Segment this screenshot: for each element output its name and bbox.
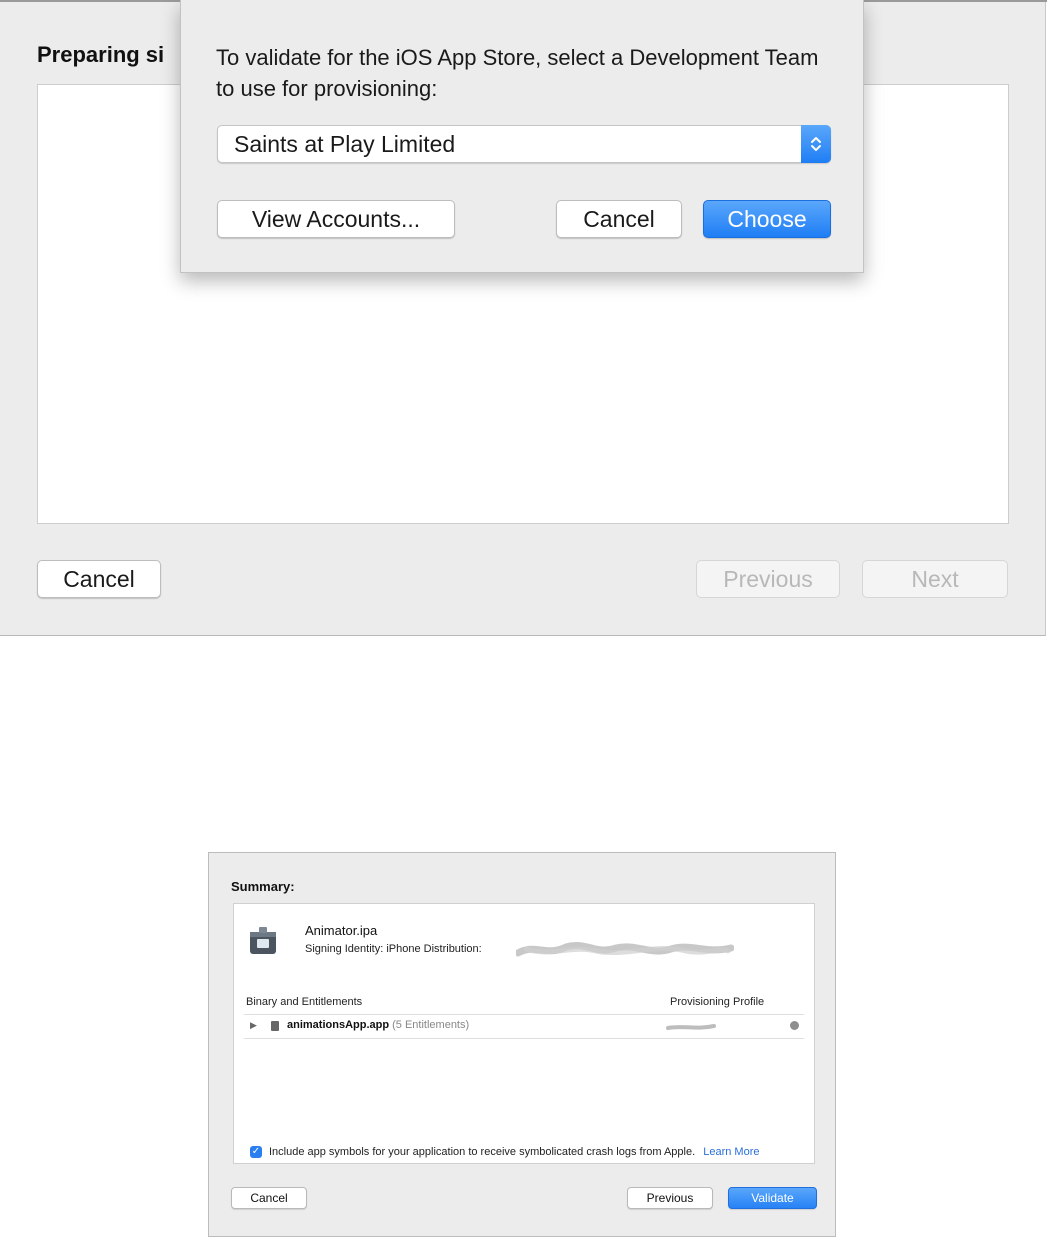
- binary-column-header: Binary and Entitlements: [246, 996, 363, 1008]
- binary-row[interactable]: animationsApp.app (5 Entitlements): [287, 1019, 469, 1031]
- checkmark-icon: ✓: [251, 1146, 261, 1157]
- signing-identity-label: Signing Identity: iPhone Distribution:: [305, 943, 482, 955]
- chevron-up-down-icon: [801, 125, 831, 163]
- ipa-filename: Animator.ipa: [305, 923, 378, 938]
- row-divider: [244, 1038, 804, 1039]
- team-popup-value: Saints at Play Limited: [234, 131, 456, 157]
- summary-previous-button[interactable]: Previous: [627, 1187, 713, 1209]
- row-divider: [244, 1014, 804, 1015]
- binary-name: animationsApp.app: [287, 1019, 390, 1031]
- redacted-identity: [514, 939, 735, 961]
- choose-button[interactable]: Choose: [703, 200, 831, 238]
- view-accounts-button[interactable]: View Accounts...: [217, 200, 455, 238]
- validate-button[interactable]: Validate: [728, 1187, 817, 1209]
- disclosure-triangle-icon[interactable]: ▶: [250, 1020, 257, 1031]
- summary-cancel-button[interactable]: Cancel: [231, 1187, 307, 1209]
- next-button[interactable]: Next: [862, 560, 1008, 598]
- redacted-profile: [666, 1021, 716, 1030]
- include-symbols-checkbox[interactable]: ✓: [250, 1146, 262, 1158]
- include-symbols-text: Include app symbols for your application…: [269, 1146, 696, 1158]
- app-file-icon: [248, 924, 278, 956]
- previous-button[interactable]: Previous: [696, 560, 840, 598]
- team-popup[interactable]: Saints at Play Limited: [217, 125, 831, 163]
- cancel-button[interactable]: Cancel: [37, 560, 161, 598]
- include-symbols-label: Include app symbols for your application…: [269, 1146, 760, 1158]
- summary-panel: Animator.ipa Signing Identity: iPhone Di…: [233, 903, 815, 1164]
- sheet-prompt: To validate for the iOS App Store, selec…: [216, 45, 819, 101]
- team-selection-sheet: To validate for the iOS App Store, selec…: [180, 0, 864, 273]
- learn-more-link[interactable]: Learn More: [703, 1146, 759, 1158]
- window-heading: Preparing si: [37, 42, 165, 67]
- go-arrow-icon[interactable]: [790, 1021, 799, 1030]
- summary-title: Summary:: [231, 879, 295, 894]
- app-bundle-icon: [271, 1021, 279, 1031]
- summary-window: Summary: Animator.ipa Signing Identity: …: [208, 852, 836, 1237]
- profile-column-header: Provisioning Profile: [670, 996, 765, 1008]
- entitlements-count: (5 Entitlements): [392, 1019, 470, 1031]
- sheet-cancel-button[interactable]: Cancel: [556, 200, 682, 238]
